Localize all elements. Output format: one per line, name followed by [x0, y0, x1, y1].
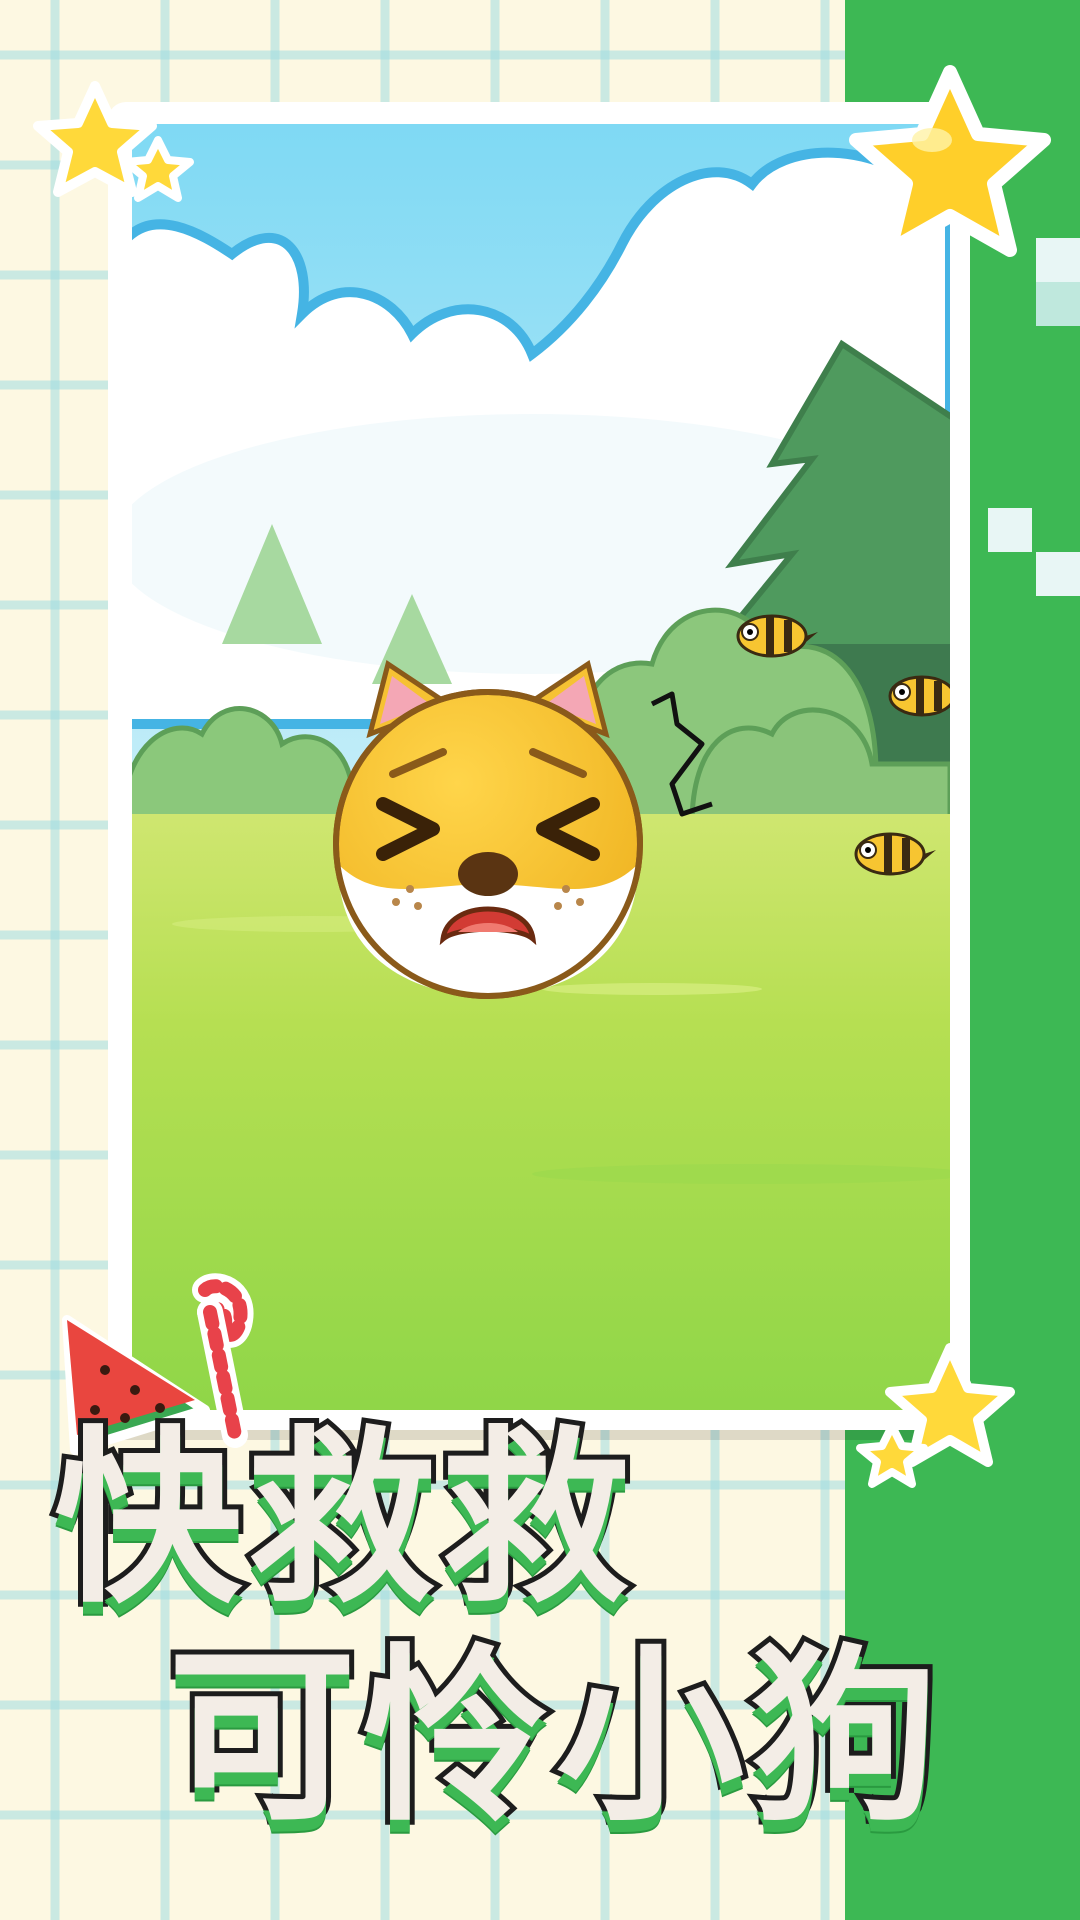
scene-artwork: [132, 124, 950, 1410]
star-icon: [856, 1343, 1015, 1488]
pixel-decoration: [988, 508, 1032, 552]
watermelon-icon: [62, 1273, 254, 1455]
pixel-decoration: [1036, 552, 1080, 596]
grass-highlight: [542, 983, 762, 995]
pixel-decoration: [1036, 282, 1080, 326]
dog-face-icon: [333, 659, 643, 999]
bee-icon: [888, 675, 950, 717]
star-icon: [33, 81, 194, 202]
game-scene[interactable]: [132, 124, 950, 1410]
star-icon: [849, 65, 1051, 257]
